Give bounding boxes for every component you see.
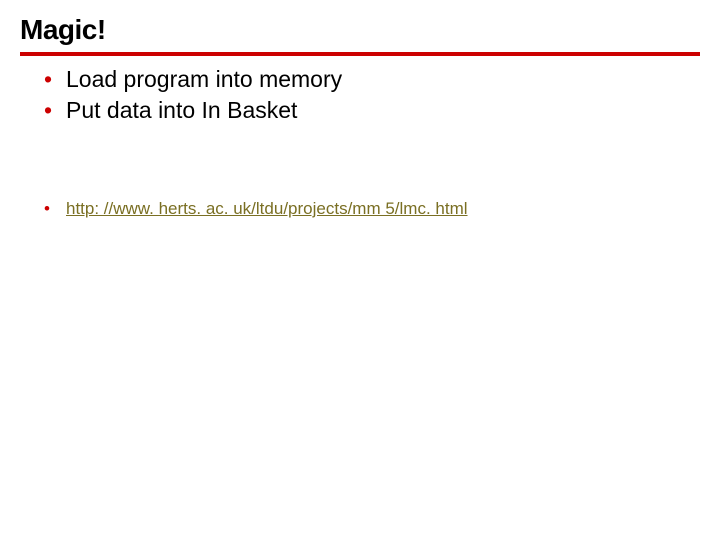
list-item: Load program into memory xyxy=(44,64,700,95)
list-item: http: //www. herts. ac. uk/ltdu/projects… xyxy=(44,198,700,220)
link-list: http: //www. herts. ac. uk/ltdu/projects… xyxy=(20,198,700,220)
slide-title: Magic! xyxy=(20,14,700,46)
bullet-list: Load program into memory Put data into I… xyxy=(20,64,700,126)
slide: Magic! Load program into memory Put data… xyxy=(0,0,720,220)
title-underline xyxy=(20,52,700,56)
list-item: Put data into In Basket xyxy=(44,95,700,126)
spacer xyxy=(20,126,700,198)
external-link[interactable]: http: //www. herts. ac. uk/ltdu/projects… xyxy=(66,199,468,218)
